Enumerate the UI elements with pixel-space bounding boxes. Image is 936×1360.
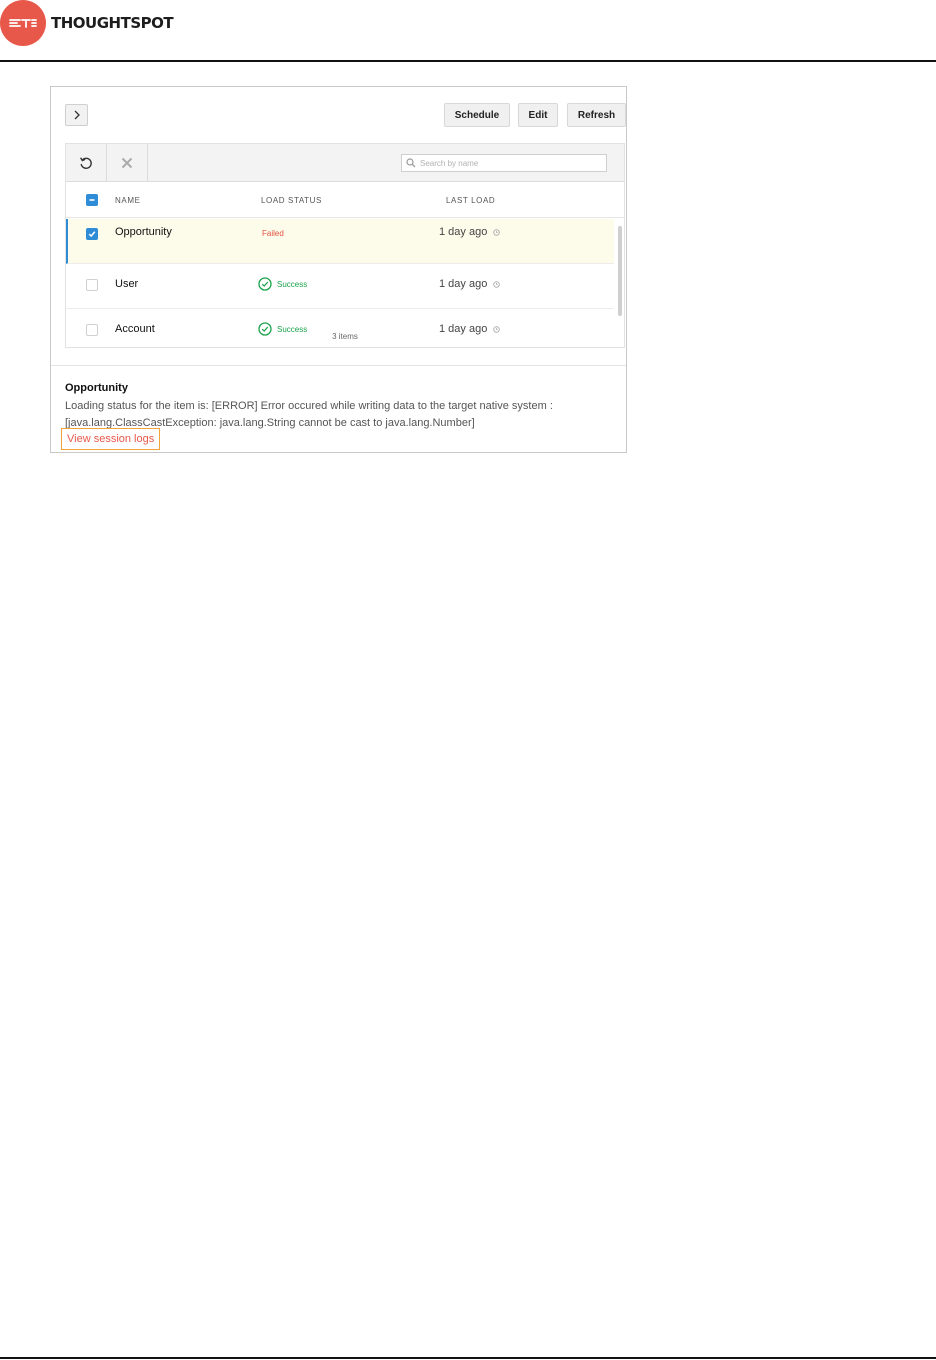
row-checkbox[interactable] (86, 279, 98, 291)
reload-icon (80, 156, 92, 169)
detail-divider (51, 365, 626, 366)
expand-button[interactable] (65, 104, 88, 126)
last-load-value: 1 day ago (439, 226, 488, 238)
edit-button[interactable]: Edit (518, 103, 558, 127)
table-row[interactable]: User Success 1 day ago (66, 264, 614, 309)
row-name: User (115, 278, 139, 290)
column-header-last-load[interactable]: LAST LOAD (446, 196, 495, 205)
row-last-load: 1 day ago (439, 226, 501, 238)
schedule-button[interactable]: Schedule (444, 103, 510, 127)
items-count: 3 items (332, 332, 358, 341)
status-label: Success (277, 279, 308, 289)
search-input[interactable] (420, 158, 605, 168)
logo-mark-icon (0, 0, 46, 46)
reload-button[interactable] (66, 144, 107, 181)
row-status: Failed (262, 229, 284, 238)
clock-icon (493, 228, 501, 236)
last-load-value: 1 day ago (439, 278, 488, 290)
close-icon (121, 157, 133, 168)
select-all-checkbox[interactable] (86, 194, 98, 206)
column-header-name[interactable]: NAME (115, 196, 141, 205)
footer-divider (0, 1357, 936, 1359)
success-check-icon (258, 277, 272, 291)
search-box[interactable] (401, 154, 607, 172)
delete-button[interactable] (107, 144, 148, 181)
table-header: NAME LOAD STATUS LAST LOAD (66, 182, 624, 218)
data-source-panel: Schedule Edit Refresh Search by name NAM… (50, 86, 627, 453)
table-panel: NAME LOAD STATUS LAST LOAD Opportunity F… (65, 143, 625, 348)
refresh-button[interactable]: Refresh (567, 103, 626, 127)
search-icon (406, 158, 416, 168)
chevron-right-icon (74, 110, 80, 120)
column-header-load-status[interactable]: LOAD STATUS (261, 196, 322, 205)
view-session-logs-link[interactable]: View session logs (61, 428, 161, 450)
row-last-load: 1 day ago (439, 278, 501, 290)
thoughtspot-logo: THOUGHTSPOT (0, 0, 174, 46)
clock-icon (493, 280, 501, 288)
detail-title: Opportunity (65, 382, 128, 394)
row-status: Success (258, 277, 307, 291)
table-scrollbar[interactable] (618, 226, 622, 316)
row-checkbox[interactable] (86, 228, 98, 240)
status-label: Failed (262, 229, 284, 238)
detail-message: Loading status for the item is: [ERROR] … (65, 400, 553, 429)
row-name: Opportunity (115, 226, 172, 238)
table-row[interactable]: Opportunity Failed 1 day ago (66, 219, 614, 264)
table-toolbar (66, 144, 624, 182)
logo-wordmark: THOUGHTSPOT (51, 14, 174, 32)
header-divider (0, 60, 936, 62)
